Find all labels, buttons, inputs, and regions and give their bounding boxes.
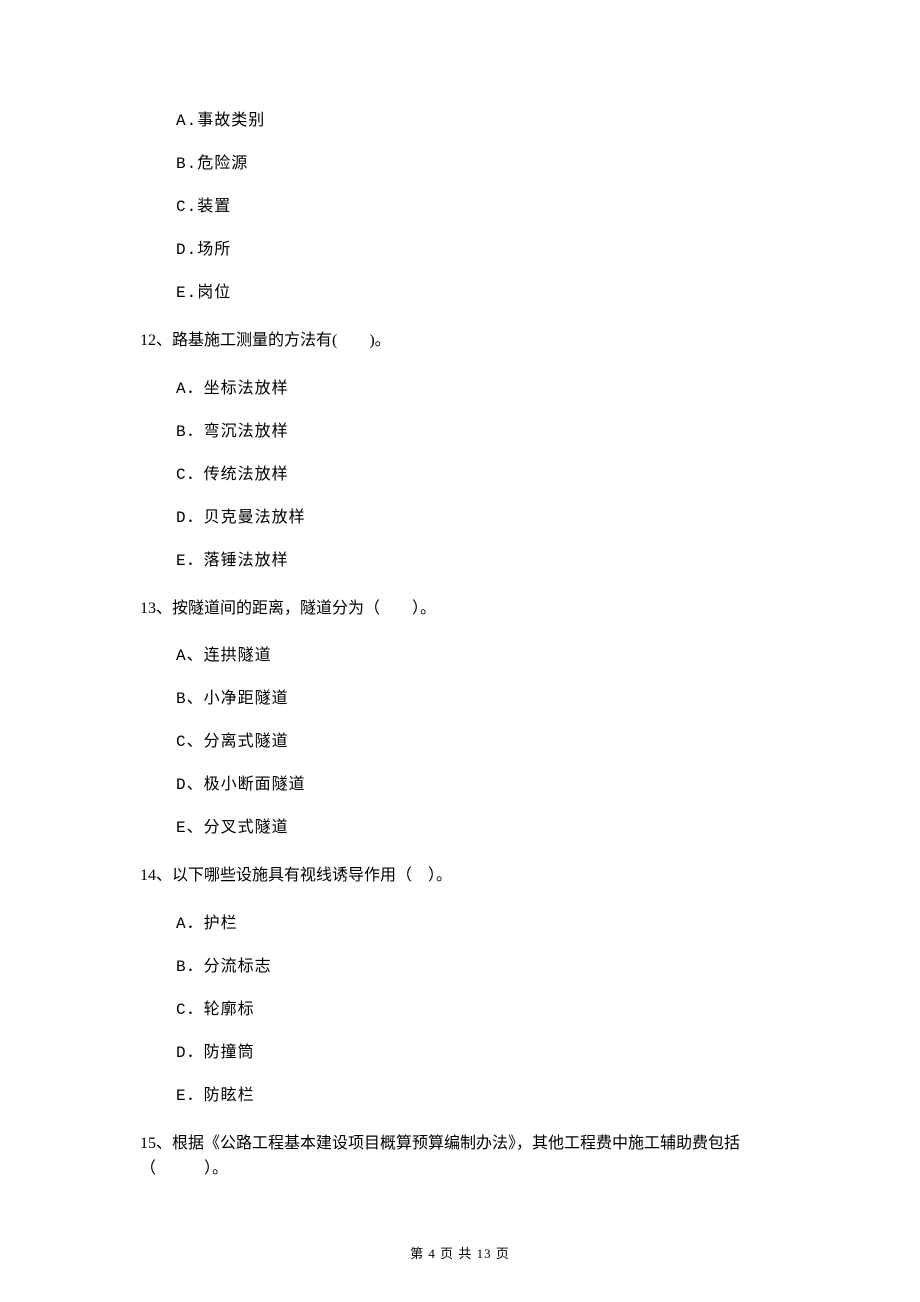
option-text: A、连拱隧道 — [176, 647, 272, 665]
q15-stem: 15、根据《公路工程基本建设项目概算预算编制办法》，其他工程费中施工辅助费包括（… — [140, 1131, 780, 1182]
q13-option-e: E、分叉式隧道 — [176, 820, 780, 836]
option-text: C．传统法放样 — [176, 466, 289, 484]
q13-option-c: C、分离式隧道 — [176, 734, 780, 750]
q13-stem: 13、按隧道间的距离，隧道分为（ ）。 — [140, 596, 780, 622]
option-text: A.事故类别 — [176, 112, 265, 130]
q13-option-b: B、小净距隧道 — [176, 691, 780, 707]
option-text: D、极小断面隧道 — [176, 776, 306, 794]
option-text: C.装置 — [176, 198, 231, 216]
document-page: A.事故类别 B.危险源 C.装置 D.场所 E.岗位 12、路基施工测量的方法… — [0, 0, 920, 1302]
option-text: B．分流标志 — [176, 958, 272, 976]
page-footer: 第 4 页 共 13 页 — [0, 1247, 920, 1260]
q14-option-b: B．分流标志 — [176, 959, 780, 975]
option-text: E.岗位 — [176, 284, 231, 302]
option-text: B．弯沉法放样 — [176, 423, 289, 441]
q12-option-d: D．贝克曼法放样 — [176, 510, 780, 526]
option-text: E、分叉式隧道 — [176, 819, 289, 837]
q13-option-d: D、极小断面隧道 — [176, 777, 780, 793]
q11-option-d: D.场所 — [176, 242, 780, 258]
q12-option-e: E．落锤法放样 — [176, 553, 780, 569]
q12-option-a: A．坐标法放样 — [176, 381, 780, 397]
q12-option-b: B．弯沉法放样 — [176, 424, 780, 440]
option-text: D.场所 — [176, 241, 231, 259]
q11-option-c: C.装置 — [176, 199, 780, 215]
q11-option-b: B.危险源 — [176, 156, 780, 172]
q13-option-a: A、连拱隧道 — [176, 648, 780, 664]
q14-option-a: A．护栏 — [176, 916, 780, 932]
q12-option-c: C．传统法放样 — [176, 467, 780, 483]
q14-stem: 14、以下哪些设施具有视线诱导作用（ ）。 — [140, 863, 780, 889]
q11-option-e: E.岗位 — [176, 285, 780, 301]
q14-option-c: C．轮廓标 — [176, 1002, 780, 1018]
option-text: E．落锤法放样 — [176, 552, 289, 570]
option-text: A．坐标法放样 — [176, 380, 289, 398]
option-text: C、分离式隧道 — [176, 733, 289, 751]
option-text: D．防撞筒 — [176, 1044, 255, 1062]
option-text: B.危险源 — [176, 155, 248, 173]
q12-stem: 12、路基施工测量的方法有( )。 — [140, 328, 780, 354]
option-text: E．防眩栏 — [176, 1087, 255, 1105]
q11-option-a: A.事故类别 — [176, 113, 780, 129]
option-text: D．贝克曼法放样 — [176, 509, 306, 527]
q14-option-e: E．防眩栏 — [176, 1088, 780, 1104]
option-text: B、小净距隧道 — [176, 690, 289, 708]
option-text: A．护栏 — [176, 915, 238, 933]
option-text: C．轮廓标 — [176, 1001, 255, 1019]
q14-option-d: D．防撞筒 — [176, 1045, 780, 1061]
